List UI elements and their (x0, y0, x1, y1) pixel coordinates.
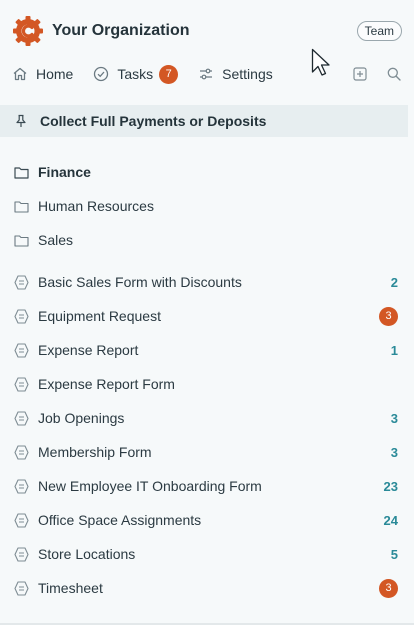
mouse-cursor-icon (311, 48, 330, 76)
search-button[interactable] (386, 66, 402, 82)
add-icon (353, 67, 367, 81)
form-count: 23 (383, 478, 398, 494)
form-list: Basic Sales Form with Discounts 2 Equipm… (0, 265, 414, 605)
organization-name: Your Organization (52, 22, 190, 39)
form-item[interactable]: New Employee IT Onboarding Form 23 (0, 469, 414, 503)
folder-item-sales[interactable]: Sales (0, 223, 414, 257)
nav-home[interactable]: Home (12, 66, 73, 82)
form-icon (14, 376, 29, 392)
form-icon (14, 308, 29, 324)
form-label: Job Openings (38, 410, 125, 426)
check-circle-icon (94, 66, 109, 82)
form-icon (14, 410, 29, 426)
form-label: Basic Sales Form with Discounts (38, 274, 242, 290)
home-icon (13, 67, 27, 81)
nav-tasks-label: Tasks (117, 66, 154, 82)
form-item[interactable]: Basic Sales Form with Discounts 2 (0, 265, 414, 299)
team-badge[interactable]: Team (356, 21, 402, 41)
form-count: 3 (390, 444, 398, 460)
form-alert-count-badge: 3 (379, 578, 398, 598)
nav-tasks[interactable]: Tasks 7 (93, 64, 179, 84)
form-count: 5 (390, 546, 398, 562)
form-item[interactable]: Expense Report Form (0, 367, 414, 401)
organization-logo-icon (13, 16, 43, 46)
form-label: Timesheet (38, 580, 103, 596)
form-label: Expense Report Form (38, 376, 175, 392)
form-label: Membership Form (38, 444, 152, 460)
form-icon (14, 444, 29, 460)
folder-list: Finance Human Resources Sales (0, 155, 414, 257)
form-item[interactable]: Job Openings 3 (0, 401, 414, 435)
form-label: Expense Report (38, 342, 139, 358)
pinned-form-label: Collect Full Payments or Deposits (40, 113, 267, 129)
top-nav: Home Tasks 7 Settings (12, 60, 402, 88)
folder-label: Sales (38, 232, 74, 248)
folder-icon (14, 165, 29, 180)
form-label: New Employee IT Onboarding Form (38, 478, 262, 494)
sliders-icon (200, 68, 213, 80)
form-item[interactable]: Timesheet 3 (0, 571, 414, 605)
nav-tools (334, 66, 402, 82)
form-icon (14, 546, 29, 562)
form-label: Office Space Assignments (38, 512, 202, 528)
form-count: 1 (390, 342, 398, 358)
form-label: Store Locations (38, 546, 136, 562)
form-icon (14, 512, 29, 528)
form-count: 2 (390, 274, 398, 290)
nav-home-label: Home (36, 66, 74, 82)
app-window: Your Organization Team Home Tasks 7 Sett… (0, 0, 414, 625)
form-label: Equipment Request (38, 308, 161, 324)
folder-icon (14, 233, 29, 248)
search-icon (387, 67, 401, 81)
add-button[interactable] (352, 66, 368, 82)
form-item[interactable]: Expense Report 1 (0, 333, 414, 367)
form-item[interactable]: Office Space Assignments 24 (0, 503, 414, 537)
form-icon (14, 274, 29, 290)
form-icon (14, 342, 29, 358)
form-item[interactable]: Store Locations 5 (0, 537, 414, 571)
folder-item-human-resources[interactable]: Human Resources (0, 189, 414, 223)
form-icon (14, 580, 29, 596)
form-count: 3 (390, 410, 398, 426)
nav-settings-label: Settings (222, 66, 273, 82)
folder-item-finance[interactable]: Finance (0, 155, 414, 189)
form-item[interactable]: Equipment Request 3 (0, 299, 414, 333)
folder-label: Finance (38, 164, 91, 180)
header: Your Organization Team (12, 12, 402, 50)
form-icon (14, 478, 29, 494)
folder-label: Human Resources (38, 198, 154, 214)
pinned-form[interactable]: Collect Full Payments or Deposits (0, 105, 408, 137)
nav-settings[interactable]: Settings (198, 66, 273, 82)
form-alert-count-badge: 3 (379, 306, 398, 326)
pin-icon (16, 114, 26, 127)
form-item[interactable]: Membership Form 3 (0, 435, 414, 469)
tasks-count-badge: 7 (159, 64, 179, 84)
folder-icon (14, 199, 29, 214)
form-count: 24 (383, 512, 398, 528)
